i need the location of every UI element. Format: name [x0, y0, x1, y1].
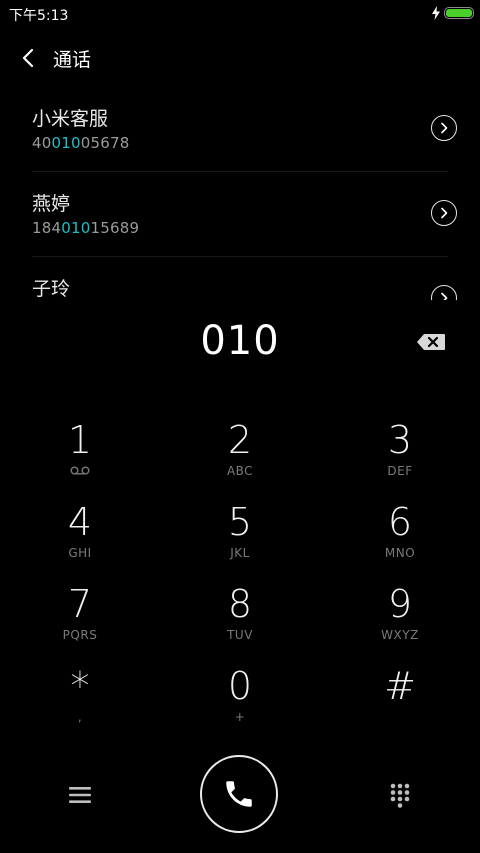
key-letters: TUV [227, 628, 253, 642]
dial-number-display[interactable]: 010 [0, 318, 480, 364]
key-letters: JKL [230, 546, 250, 560]
key-star[interactable]: * , [20, 664, 140, 744]
key-digit: # [384, 664, 416, 708]
key-digit: 0 [227, 664, 253, 708]
key-2[interactable]: 2 ABC [180, 418, 300, 498]
backspace-icon[interactable] [416, 333, 446, 351]
key-letters: PQRS [62, 628, 98, 642]
contact-number: 4001005678 [32, 134, 130, 152]
contact-suggestion-list: 小米客服 4001005678 燕婷 18401015689 子玲 [0, 87, 480, 300]
page-title: 通话 [53, 49, 92, 71]
key-digit: 1 [67, 418, 93, 462]
key-6[interactable]: 6 MNO [340, 500, 460, 580]
key-digit: 7 [67, 582, 93, 626]
contact-name: 子玲 [32, 278, 71, 300]
battery-fill [446, 9, 472, 17]
voicemail-icon [70, 466, 90, 475]
phone-icon [226, 781, 252, 807]
status-bar: 下午5:13 [0, 0, 480, 28]
contact-item[interactable]: 小米客服 4001005678 [32, 87, 457, 172]
call-button[interactable] [200, 755, 278, 833]
key-letters: , [77, 710, 83, 724]
key-7[interactable]: 7 PQRS [20, 582, 140, 662]
key-digit: 9 [387, 582, 413, 626]
key-letters: GHI [68, 546, 92, 560]
key-letters: ABC [226, 464, 254, 478]
key-letters: + [234, 710, 246, 724]
key-digit: 4 [67, 500, 93, 544]
key-1[interactable]: 1 [20, 418, 140, 498]
contact-number: 18401015689 [32, 219, 140, 237]
dialpad-icon[interactable] [384, 780, 416, 812]
key-letters: MNO [384, 546, 416, 560]
key-digit: 2 [227, 418, 253, 462]
status-time: 下午5:13 [9, 8, 69, 24]
key-hash[interactable]: # [340, 664, 460, 744]
key-3[interactable]: 3 DEF [340, 418, 460, 498]
key-digit: 8 [227, 582, 253, 626]
key-digit: 6 [387, 500, 413, 544]
hamburger-menu-icon[interactable] [64, 780, 96, 810]
key-digit: 5 [227, 500, 253, 544]
key-8[interactable]: 8 TUV [180, 582, 300, 662]
chevron-right-icon [441, 122, 448, 134]
contact-detail-button[interactable] [431, 115, 457, 141]
battery-icon [444, 7, 474, 19]
header: 通话 [0, 36, 480, 80]
contact-item[interactable]: 燕婷 18401015689 [32, 172, 457, 257]
key-digit: 3 [387, 418, 413, 462]
key-letters: DEF [387, 464, 413, 478]
key-digit: * [70, 664, 90, 708]
charging-bolt-icon [432, 6, 440, 20]
chevron-left-icon [22, 48, 34, 68]
contact-detail-button[interactable] [431, 200, 457, 226]
number-match: 010 [61, 219, 91, 237]
dialer-screen: 下午5:13 通话 小米客服 4001005678 燕婷 18401015689… [0, 0, 480, 853]
contact-item[interactable]: 子玲 [32, 257, 457, 300]
key-letters: WXYZ [381, 628, 419, 642]
back-button[interactable] [14, 44, 42, 72]
key-9[interactable]: 9 WXYZ [340, 582, 460, 662]
contact-name: 燕婷 [32, 193, 71, 215]
contact-name: 小米客服 [32, 108, 109, 130]
key-5[interactable]: 5 JKL [180, 500, 300, 580]
status-indicators [431, 6, 474, 20]
chevron-right-icon [441, 292, 448, 300]
key-0[interactable]: 0 + [180, 664, 300, 744]
key-4[interactable]: 4 GHI [20, 500, 140, 580]
contact-detail-button[interactable] [431, 285, 457, 300]
number-match: 010 [51, 134, 81, 152]
chevron-right-icon [441, 207, 448, 219]
